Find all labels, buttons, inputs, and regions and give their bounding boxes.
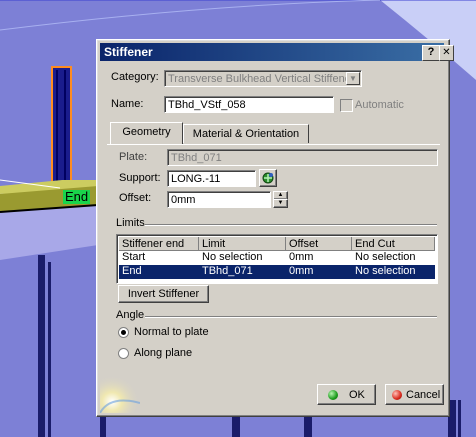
normal-to-plate-radio[interactable]	[118, 327, 129, 338]
cell-offset: 0mm	[289, 265, 314, 277]
tab-material-orientation[interactable]: Material & Orientation	[183, 124, 309, 143]
col-header-stiffener-end[interactable]: Stiffener end	[119, 237, 199, 251]
cell-end-cut: No selection	[355, 251, 416, 263]
col-header-end-cut[interactable]: End Cut	[352, 237, 435, 251]
angle-divider	[145, 316, 437, 318]
offset-spin-down[interactable]: ▼	[273, 199, 288, 208]
invert-stiffener-button[interactable]: Invert Stiffener	[118, 285, 209, 303]
ok-button[interactable]: OK	[317, 384, 376, 405]
end-marker-label: End	[63, 189, 91, 204]
normal-to-plate-label: Normal to plate	[134, 326, 209, 338]
cell-end: End	[122, 265, 142, 277]
cancel-label: Cancel	[406, 389, 441, 401]
automatic-label: Automatic	[355, 99, 404, 111]
name-label: Name:	[111, 98, 144, 110]
category-dropdown[interactable]: Transverse Bulkhead Vertical Stiffene ▼	[164, 70, 362, 87]
cancel-icon	[392, 390, 402, 400]
automatic-checkbox[interactable]	[340, 99, 353, 112]
support-input[interactable]: LONG.-11	[167, 170, 256, 187]
tab-panel	[107, 144, 440, 148]
cell-end-cut: No selection	[355, 265, 416, 277]
along-plane-radio[interactable]	[118, 348, 129, 359]
limits-label: Limits	[116, 217, 145, 229]
support-label: Support:	[119, 172, 161, 184]
ok-label: OK	[349, 389, 365, 401]
catia-logo-icon	[100, 375, 140, 413]
col-header-limit[interactable]: Limit	[199, 237, 286, 251]
plate-label: Plate:	[119, 151, 148, 163]
cancel-button[interactable]: Cancel	[385, 384, 444, 405]
ok-icon	[328, 390, 338, 400]
cell-limit: No selection	[202, 251, 263, 263]
close-icon: ✕	[442, 47, 451, 58]
close-button[interactable]: ✕	[439, 45, 454, 61]
angle-label: Angle	[116, 309, 145, 321]
support-select-button[interactable]	[259, 169, 277, 187]
dialog-titlebar[interactable]: Stiffener ? ✕	[100, 43, 454, 61]
offset-input[interactable]: 0mm	[167, 191, 271, 208]
limits-divider	[145, 224, 437, 226]
plate-field: TBhd_071	[167, 149, 438, 166]
category-label: Category:	[111, 71, 159, 83]
stiffener-dialog: Stiffener ? ✕ Category: Transverse Bulkh…	[96, 39, 454, 417]
name-input[interactable]: TBhd_VStf_058	[164, 96, 334, 113]
dialog-title: Stiffener	[104, 45, 153, 59]
offset-label: Offset:	[119, 192, 152, 204]
limits-table[interactable]: Stiffener end Limit Offset End Cut Start…	[116, 234, 438, 284]
help-button[interactable]: ?	[422, 45, 440, 61]
cell-offset: 0mm	[289, 251, 314, 263]
chevron-down-icon[interactable]: ▼	[346, 72, 360, 85]
category-value: Transverse Bulkhead Vertical Stiffene	[168, 73, 351, 85]
col-header-offset[interactable]: Offset	[286, 237, 352, 251]
tab-geometry[interactable]: Geometry	[110, 122, 183, 144]
cell-end: Start	[122, 251, 146, 263]
cell-limit: TBhd_071	[202, 265, 253, 277]
along-plane-label: Along plane	[134, 347, 193, 359]
support-select-icon	[262, 172, 274, 184]
